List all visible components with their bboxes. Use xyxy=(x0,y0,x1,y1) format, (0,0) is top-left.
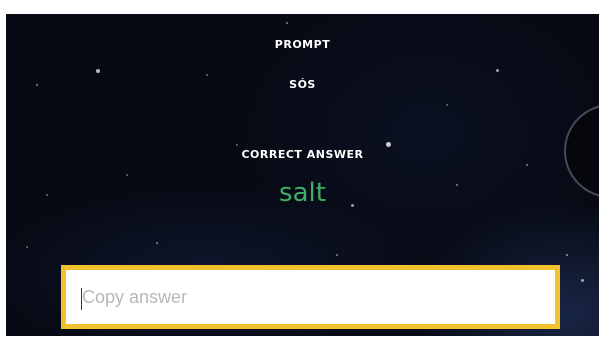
correct-answer-heading: CORRECT ANSWER xyxy=(241,148,364,161)
text-caret xyxy=(81,288,82,310)
prompt-term: SÓS xyxy=(289,78,316,91)
correct-answer-term: salt xyxy=(279,178,326,208)
study-card-background: PROMPT SÓS CORRECT ANSWER salt xyxy=(6,14,599,336)
answer-input-frame xyxy=(61,265,560,329)
copy-answer-input[interactable] xyxy=(66,270,555,324)
prompt-heading: PROMPT xyxy=(274,38,331,51)
